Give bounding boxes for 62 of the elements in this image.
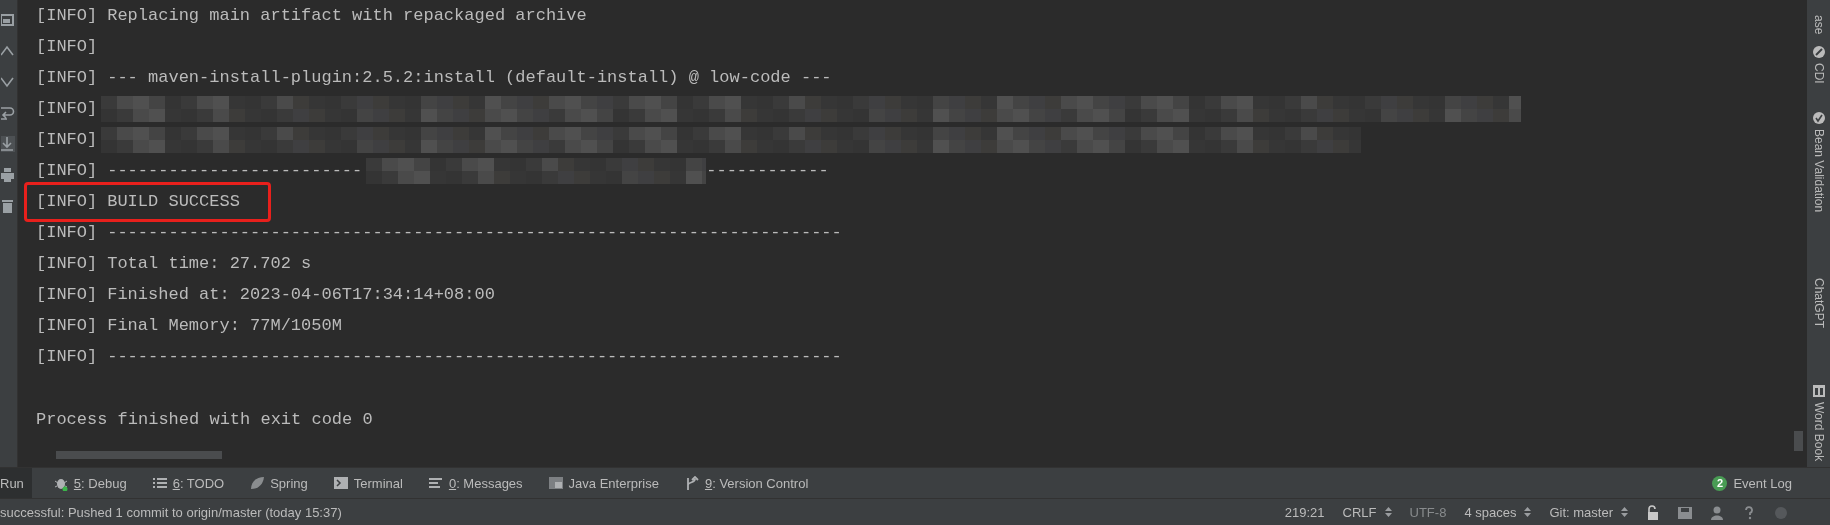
branch-icon[interactable] bbox=[684, 475, 699, 491]
git-branch-selector[interactable]: Git: master bbox=[1549, 504, 1628, 520]
status-message: successful: Pushed 1 commit to origin/master (today 15:37) bbox=[0, 504, 342, 520]
tool-window-button[interactable]: Run bbox=[0, 468, 32, 498]
restore-icon[interactable] bbox=[1, 12, 15, 28]
log-message: Total time: 27.702 s bbox=[107, 252, 312, 275]
event-log-label: Event Log bbox=[1733, 475, 1792, 491]
up-down-caret-icon[interactable] bbox=[1524, 506, 1532, 518]
list-icon[interactable] bbox=[152, 475, 167, 491]
up-down-caret-icon[interactable] bbox=[1621, 506, 1628, 518]
tool-window-button[interactable]: 5: Debug bbox=[39, 468, 139, 498]
log-prefix: [INFO] bbox=[36, 283, 98, 306]
print-icon[interactable] bbox=[1, 167, 15, 183]
tool-window-button[interactable]: 9: Version Control bbox=[670, 468, 821, 498]
log-prefix: [INFO] bbox=[36, 252, 98, 275]
log-message: Final Memory: 77M/1050M bbox=[107, 314, 342, 337]
check-circle-icon[interactable] bbox=[1812, 111, 1825, 124]
person-icon[interactable] bbox=[1710, 504, 1724, 520]
log-prefix: [INFO] bbox=[36, 4, 98, 27]
log-prefix: [INFO] bbox=[36, 159, 98, 182]
book-icon[interactable] bbox=[1812, 384, 1825, 397]
leaf-icon[interactable] bbox=[250, 475, 265, 491]
lines-icon[interactable] bbox=[428, 475, 443, 491]
log-message: Finished at: 2023-04-06T17:34:14+08:00 bbox=[107, 283, 495, 306]
log-prefix: [INFO] bbox=[36, 314, 98, 337]
terminal-icon[interactable] bbox=[333, 475, 348, 491]
help-icon[interactable] bbox=[1742, 504, 1756, 520]
tool-window-button[interactable]: Terminal bbox=[319, 468, 415, 498]
trash-icon[interactable] bbox=[1, 198, 15, 214]
process-exit-message: Process finished with exit code 0 bbox=[36, 408, 373, 431]
horizontal-scrollbar[interactable] bbox=[56, 451, 222, 459]
log-prefix: [INFO] bbox=[36, 345, 98, 368]
scroll-to-end-icon[interactable] bbox=[1, 136, 15, 152]
wrap-icon[interactable] bbox=[1, 105, 15, 121]
log-message: ------------------------- bbox=[107, 159, 363, 182]
log-prefix: [INFO] bbox=[36, 66, 98, 89]
tool-window-button[interactable]: 0: Messages bbox=[414, 468, 535, 498]
tool-window-button[interactable]: Spring bbox=[236, 468, 320, 498]
log-prefix: [INFO] bbox=[36, 97, 98, 120]
slashed-circle-icon[interactable] bbox=[1812, 46, 1825, 59]
grid-window-icon[interactable] bbox=[548, 475, 563, 491]
log-message: ------------ bbox=[706, 159, 829, 182]
log-message: ------------------------------------------------------------------------ bbox=[107, 221, 842, 244]
log-prefix: [INFO] bbox=[36, 221, 98, 244]
log-message: BUILD SUCCESS bbox=[107, 190, 240, 213]
log-message: ------------------------------------------------------------------------ bbox=[107, 345, 842, 368]
log-message: Replacing main artifact with repackaged archive bbox=[107, 4, 587, 27]
log-prefix: [INFO] bbox=[36, 190, 98, 213]
count-badge: 2 bbox=[1712, 475, 1728, 491]
log-prefix: [INFO] bbox=[36, 128, 98, 151]
tool-window-button[interactable]: 6: TODO bbox=[138, 468, 237, 498]
vertical-scrollbar[interactable] bbox=[1794, 431, 1803, 451]
lock-icon[interactable] bbox=[1646, 504, 1660, 520]
log-prefix: [INFO] bbox=[36, 35, 98, 58]
up-down-caret-icon[interactable] bbox=[1384, 506, 1392, 518]
caret-position[interactable]: 219:21 bbox=[1284, 504, 1325, 520]
encoding-label: UTF-8 bbox=[1409, 504, 1447, 520]
line-separator-selector[interactable]: CRLF bbox=[1342, 504, 1392, 520]
event-log-button[interactable]: 2 Event Log bbox=[1698, 468, 1804, 498]
tool-window-button[interactable]: Java Enterprise bbox=[534, 468, 671, 498]
indent-selector[interactable]: 4 spaces bbox=[1464, 504, 1532, 520]
log-message: --- maven-install-plugin:2.5.2:install (default-install) @ low-code --- bbox=[107, 66, 832, 89]
